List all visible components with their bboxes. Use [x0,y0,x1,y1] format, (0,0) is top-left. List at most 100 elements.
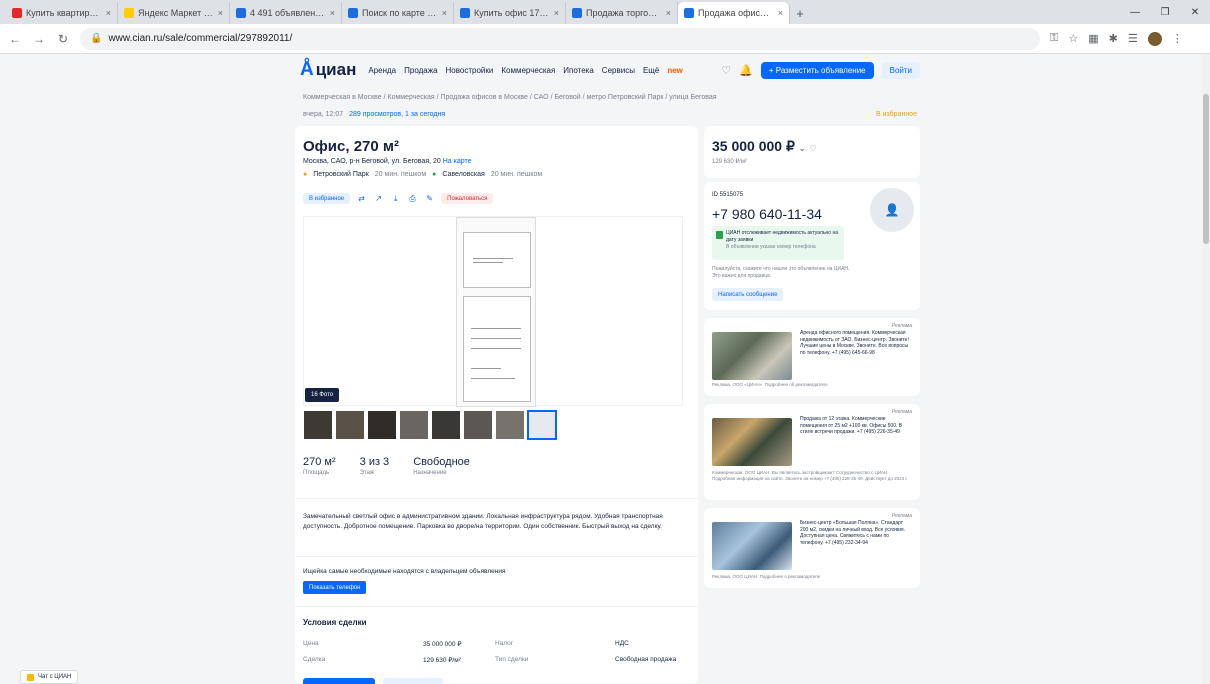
thumbnail[interactable] [367,410,397,440]
thumbnail[interactable] [399,410,429,440]
favicon-icon [12,8,22,18]
note-icon[interactable]: ✎ [424,193,435,204]
menu-item[interactable]: Новостройки [446,66,494,75]
report-button[interactable]: Пожаловаться [441,193,494,204]
browser-tab-active[interactable]: Продажа офиса 270м² ул. Лит…× [678,2,790,24]
thumbnail[interactable] [495,410,525,440]
favorite-button[interactable]: В избранное [303,193,351,204]
more-icon[interactable]: ⋮ [1172,32,1183,45]
browser-tab[interactable]: Купить офис 17м² Лиговский× [454,2,566,24]
close-icon[interactable]: × [106,8,111,18]
login-button[interactable]: Войти [881,61,920,79]
page-title: Офис, 270 м² [303,138,399,155]
maximize-icon[interactable]: ❐ [1150,0,1180,24]
puzzle-icon[interactable]: ✱ [1109,32,1118,45]
ad-card[interactable]: Реклама Бизнес-центр «Большая Поляна». С… [704,508,920,588]
heart-icon[interactable]: ♡ [809,144,816,153]
menu-item[interactable]: Ещё [643,66,659,75]
primary-button[interactable] [303,678,375,684]
heart-icon[interactable]: ♡ [721,64,731,77]
scrollbar-thumb[interactable] [1203,94,1209,244]
ad-card[interactable]: Реклама Аренда офисного помещения. Комме… [704,318,920,396]
extensions-area: ⚿ ☆ ▦ ✱ ☰ ⋮ [1050,31,1183,46]
close-icon[interactable]: × [778,8,783,18]
post-ad-button[interactable]: + Разместить объявление [760,61,874,79]
thumbnail[interactable] [335,410,365,440]
breadcrumb[interactable]: Коммерческая в Москве / Коммерческая / П… [303,94,717,101]
show-phone-button[interactable]: Показать телефон [303,581,367,594]
menu-item[interactable]: Коммерческая [501,66,555,75]
star-icon[interactable]: ☆ [1068,32,1078,45]
close-icon[interactable]: × [330,8,335,18]
thumbnail[interactable] [463,410,493,440]
menu-item[interactable]: Ипотека [563,66,594,75]
avatar: 👤 [870,188,914,232]
description: Замечательный светлый офис в администрат… [303,513,663,530]
scrollbar[interactable] [1202,54,1210,684]
browser-tab[interactable]: 4 491 объявление — Купить× [230,2,342,24]
thumbnail[interactable] [431,410,461,440]
favorite-link[interactable]: В избранное [876,111,917,118]
minimize-icon[interactable]: — [1120,0,1150,24]
close-icon[interactable]: × [554,8,559,18]
divider [295,556,698,557]
new-badge: new [667,65,683,75]
url-field[interactable]: 🔒 www.cian.ru/sale/commercial/297892011/ [80,27,1040,50]
ad-card[interactable]: Реклама Продажа от 12 этажа. Коммерчески… [704,404,920,500]
ad-footer: Коммерческая. ООО ЦИАН. Вы являетесь зас… [712,470,908,481]
close-icon[interactable]: × [442,8,447,18]
forward-icon[interactable]: → [32,32,46,46]
listing-meta: вчера, 12:07 289 просмотров, 1 за сегодн… [303,111,445,118]
browser-tab-bar: Купить квартиру — Яндекс: нашлось× Яндек… [0,0,1210,24]
new-tab-button[interactable]: + [790,2,810,24]
chevron-down-icon[interactable]: ⌄ [799,144,806,153]
print-icon[interactable]: ⎙ [407,193,418,204]
avatar[interactable] [1147,31,1162,46]
views-link[interactable]: 289 просмотров, 1 за сегодня [349,111,445,118]
close-window-icon[interactable]: ✕ [1180,0,1210,24]
user-icon: 👤 [884,203,900,217]
photo-count-badge[interactable]: 16 Фото [305,388,340,402]
browser-tab[interactable]: Поиск по карте офисов в Москве× [342,2,454,24]
close-icon[interactable]: × [218,8,223,18]
key-icon[interactable]: ⚿ [1050,32,1058,45]
secondary-button[interactable] [383,678,443,684]
stat-purpose: Свободное Назначение [413,456,470,476]
metro-station[interactable]: Петровский Парк [313,171,369,178]
share-icon[interactable]: ↗ [373,193,384,204]
divider [295,606,698,607]
download-icon[interactable]: ⤓ [390,193,401,204]
back-icon[interactable]: ← [8,32,22,46]
floor-plan-image [456,217,536,407]
map-link[interactable]: На карте [443,158,472,165]
close-icon[interactable]: × [666,8,671,18]
logo-icon: Å [300,59,314,80]
contact-hint: Пожалуйста, скажите что нашли это объявл… [712,266,850,279]
header-actions: ♡ 🔔 + Разместить объявление Войти [721,61,920,79]
extension-icon[interactable]: ▦ [1088,32,1098,45]
compare-icon[interactable]: ⇄ [356,193,367,204]
photo-gallery[interactable] [303,216,683,407]
favicon-icon [460,8,470,18]
menu-icon[interactable]: ☰ [1128,32,1138,45]
write-message-button[interactable]: Написать сообщение [712,288,784,301]
thumbnail[interactable] [303,410,333,440]
chat-button[interactable]: Чат с ЦИАН [20,670,79,684]
thumbnail[interactable] [527,410,557,440]
menu-item[interactable]: Продажа [404,66,437,75]
favicon-icon [684,8,694,18]
browser-tab[interactable]: Продажа торговой площади× [566,2,678,24]
menu-item[interactable]: Аренда [368,66,396,75]
browser-tab[interactable]: Купить квартиру — Яндекс: нашлось× [6,2,118,24]
ad-text: Аренда офисного помещения. Коммерческая … [800,330,909,356]
browser-tab[interactable]: Яндекс Маркет — больше чем× [118,2,230,24]
phone-number[interactable]: +7 980 640-11-34 [712,206,822,222]
metro-station[interactable]: Савеловская [442,171,484,178]
logo[interactable]: Åциан [300,59,356,81]
menu-item[interactable]: Сервисы [602,66,635,75]
favicon-icon [348,8,358,18]
bell-icon[interactable]: 🔔 [739,64,753,77]
ad-text: Продажа от 12 этажа. Коммерческие помеще… [800,416,903,435]
reload-icon[interactable]: ↻ [56,32,70,46]
metro-icon: ● [432,171,437,178]
